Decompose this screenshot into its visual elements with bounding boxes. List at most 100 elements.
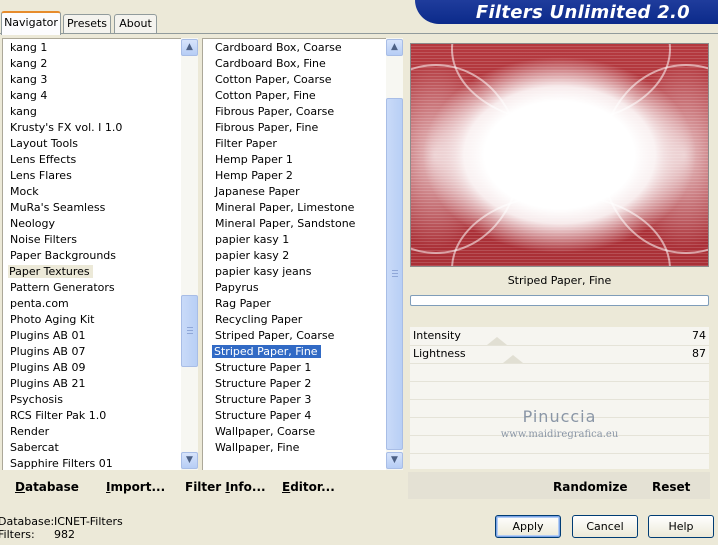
filter-info-link[interactable]: Filter Info... [185, 480, 266, 494]
category-list-item-label: Render [10, 425, 50, 438]
filter-list-item[interactable]: Cotton Paper, Coarse [203, 72, 386, 88]
category-scroll-thumb[interactable] [181, 295, 198, 367]
filter-list-item[interactable]: Striped Paper, Coarse [203, 328, 386, 344]
scroll-up-icon[interactable]: ▲ [386, 39, 403, 56]
tab-about-label: About [119, 17, 152, 30]
category-list[interactable]: kang 1 kang 2 kang 3 kang 4 kang Krusty's FX … [2, 38, 181, 470]
category-list-item[interactable]: kang [3, 104, 181, 120]
category-list-item[interactable]: Plugins AB 21 [3, 376, 181, 392]
filter-list-item[interactable]: Cardboard Box, Coarse [203, 40, 386, 56]
category-list-item[interactable]: Photo Aging Kit [3, 312, 181, 328]
category-list-item[interactable]: kang 4 [3, 88, 181, 104]
category-list-item[interactable]: kang 3 [3, 72, 181, 88]
filter-list-item[interactable]: papier kasy 2 [203, 248, 386, 264]
preview-image[interactable] [410, 43, 709, 267]
apply-button[interactable]: Apply [495, 515, 561, 538]
filter-list-item[interactable]: Wallpaper, Fine [203, 440, 386, 456]
category-list-item[interactable]: Krusty's FX vol. I 1.0 [3, 120, 181, 136]
category-list-item[interactable]: Noise Filters [3, 232, 181, 248]
category-list-item[interactable]: Lens Effects [3, 152, 181, 168]
filter-list-item[interactable]: Structure Paper 2 [203, 376, 386, 392]
database-link[interactable]: Database [15, 480, 79, 494]
category-list-item[interactable]: Sabercat [3, 440, 181, 456]
category-list-item-label: Mock [10, 185, 39, 198]
filter-list-item-label: Papyrus [215, 281, 259, 294]
category-list-item[interactable]: Plugins AB 01 [3, 328, 181, 344]
category-list-item[interactable]: RCS Filter Pak 1.0 [3, 408, 181, 424]
filter-list-item[interactable]: Fibrous Paper, Fine [203, 120, 386, 136]
category-list-item[interactable]: Plugins AB 09 [3, 360, 181, 376]
filter-list-item[interactable]: Structure Paper 3 [203, 392, 386, 408]
reset-link[interactable]: Reset [652, 480, 690, 494]
tab-presets[interactable]: Presets [63, 14, 111, 34]
filter-list-item[interactable]: Striped Paper, Fine [203, 344, 386, 360]
slider-lightness-thumb-icon[interactable] [503, 355, 523, 363]
filter-list-item[interactable]: Mineral Paper, Sandstone [203, 216, 386, 232]
filter-list-item-label: Structure Paper 4 [215, 409, 312, 422]
filter-list-item[interactable]: Recycling Paper [203, 312, 386, 328]
category-list-item[interactable]: Layout Tools [3, 136, 181, 152]
randomize-link[interactable]: Randomize [553, 480, 627, 494]
category-list-item-label: MuRa's Seamless [10, 201, 106, 214]
category-list-item-label: Lens Flares [10, 169, 72, 182]
category-list-item[interactable]: MuRa's Seamless [3, 200, 181, 216]
category-list-item[interactable]: penta.com [3, 296, 181, 312]
cancel-button[interactable]: Cancel [572, 515, 638, 538]
category-list-item[interactable]: kang 2 [3, 56, 181, 72]
filter-list-item[interactable]: Japanese Paper [203, 184, 386, 200]
editor-link[interactable]: Editor... [282, 480, 335, 494]
slider-intensity[interactable]: Intensity 74 [410, 327, 709, 345]
category-list-item-label: Plugins AB 09 [10, 361, 86, 374]
filter-list-item[interactable]: Structure Paper 1 [203, 360, 386, 376]
scroll-down-icon[interactable]: ▼ [386, 452, 403, 469]
scroll-down-icon[interactable]: ▼ [181, 452, 198, 469]
category-list-item[interactable]: Mock [3, 184, 181, 200]
category-list-item[interactable]: Render [3, 424, 181, 440]
category-list-item[interactable]: Sapphire Filters 01 [3, 456, 181, 472]
category-list-item-label: Sapphire Filters 01 [10, 457, 113, 470]
slider-intensity-thumb-icon[interactable] [487, 337, 507, 345]
filters-count-value: 982 [54, 528, 75, 541]
filter-scrollbar[interactable]: ▲ ▼ [386, 38, 403, 470]
filters-count-label: Filters: [0, 528, 35, 541]
filter-list-item[interactable]: Fibrous Paper, Coarse [203, 104, 386, 120]
filter-list-item-label: Rag Paper [215, 297, 271, 310]
category-list-item[interactable]: Psychosis [3, 392, 181, 408]
filter-list-item-label: Recycling Paper [215, 313, 303, 326]
filter-list-item[interactable]: papier kasy jeans [203, 264, 386, 280]
slider-lightness[interactable]: Lightness 87 [410, 345, 709, 363]
filter-list-item[interactable]: papier kasy 1 [203, 232, 386, 248]
category-list-item-label: Plugins AB 01 [10, 329, 86, 342]
category-list-item[interactable]: Neology [3, 216, 181, 232]
category-list-item[interactable]: Lens Flares [3, 168, 181, 184]
filter-list-item-label: Cardboard Box, Coarse [215, 41, 342, 54]
help-button[interactable]: Help [648, 515, 714, 538]
filter-list-item-label: Mineral Paper, Limestone [215, 201, 355, 214]
filter-list-item[interactable]: Hemp Paper 2 [203, 168, 386, 184]
filter-list[interactable]: Cardboard Box, Coarse Cardboard Box, Fine… [202, 38, 386, 470]
tab-about[interactable]: About [114, 14, 157, 34]
filter-list-item[interactable]: Cardboard Box, Fine [203, 56, 386, 72]
filter-list-item[interactable]: Papyrus [203, 280, 386, 296]
filter-list-item-label: Wallpaper, Coarse [215, 425, 316, 438]
import-link[interactable]: Import... [106, 480, 165, 494]
filter-list-item[interactable]: Filter Paper [203, 136, 386, 152]
filter-list-item[interactable]: Hemp Paper 1 [203, 152, 386, 168]
database-value: ICNET-Filters [54, 515, 123, 528]
category-list-item[interactable]: Paper Textures [3, 264, 181, 280]
scroll-up-icon[interactable]: ▲ [181, 39, 198, 56]
category-list-item[interactable]: kang 1 [3, 40, 181, 56]
tab-navigator[interactable]: Navigator [1, 11, 61, 35]
filter-list-item[interactable]: Mineral Paper, Limestone [203, 200, 386, 216]
filter-list-item-label: Cardboard Box, Fine [215, 57, 326, 70]
filter-list-item[interactable]: Cotton Paper, Fine [203, 88, 386, 104]
filter-list-item[interactable]: Wallpaper, Coarse [203, 424, 386, 440]
category-list-item[interactable]: Paper Backgrounds [3, 248, 181, 264]
filter-list-item[interactable]: Rag Paper [203, 296, 386, 312]
filter-list-item[interactable]: Structure Paper 4 [203, 408, 386, 424]
category-list-item[interactable]: Plugins AB 07 [3, 344, 181, 360]
filter-list-item-label: papier kasy 2 [215, 249, 290, 262]
category-list-item[interactable]: Pattern Generators [3, 280, 181, 296]
category-scrollbar[interactable]: ▲ ▼ [181, 38, 198, 470]
filter-scroll-thumb[interactable] [386, 98, 403, 450]
